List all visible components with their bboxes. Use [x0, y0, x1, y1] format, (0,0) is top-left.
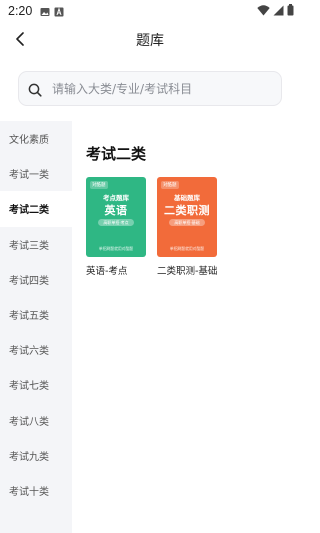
sidebar-item-exam-8[interactable]: 考试八类	[0, 403, 72, 438]
cover-title: 英语	[104, 204, 128, 217]
cover-tag: 高职单招·考点	[98, 219, 134, 226]
book-card-english[interactable]: 对酷题 考点题库 英语 高职单招·考点 单招刷题就用对酷题 英语-考点	[86, 177, 146, 277]
status-time: 2:20	[8, 4, 33, 18]
sidebar-item-exam-9[interactable]: 考试九类	[0, 438, 72, 473]
wifi-icon	[257, 4, 270, 19]
sidebar-item-exam-1[interactable]: 考试一类	[0, 156, 72, 191]
cover-subtitle: 基础题库	[174, 194, 200, 202]
sidebar-item-exam-2[interactable]: 考试二类	[0, 191, 72, 227]
a-icon	[54, 6, 64, 17]
sidebar-item-exam-6[interactable]: 考试六类	[0, 332, 72, 367]
section-title: 考试二类	[86, 145, 147, 163]
search-input[interactable]	[52, 81, 262, 96]
search-box[interactable]	[18, 71, 282, 106]
main-content: 考试二类 对酷题 考点题库 英语 高职单招·考点 单招刷题就用对酷题 英语-考点…	[72, 121, 300, 533]
cover-tag: 高职单招·基础	[169, 219, 205, 226]
cover-subtitle: 考点题库	[103, 194, 129, 202]
cover-title: 二类职测	[164, 204, 210, 217]
search-icon	[28, 82, 42, 97]
status-right-group	[257, 4, 294, 19]
sidebar-item-exam-7[interactable]: 考试七类	[0, 367, 72, 402]
cover-logo: 对酷题	[161, 181, 179, 189]
status-bar: 2:20	[0, 0, 300, 22]
book-card-vocational-test[interactable]: 对酷题 基础题库 二类职测 高职单招·基础 单招刷题就用对酷题 二类职测-基础	[157, 177, 217, 277]
cover-footer: 单招刷题就用对酷题	[169, 246, 205, 251]
sidebar-item-exam-10[interactable]: 考试十类	[0, 473, 72, 508]
signal-icon	[273, 5, 284, 19]
book-cover[interactable]: 对酷题 基础题库 二类职测 高职单招·基础 单招刷题就用对酷题	[157, 177, 217, 257]
sidebar-item-exam-5[interactable]: 考试五类	[0, 297, 72, 332]
sidebar-item-exam-4[interactable]: 考试四类	[0, 262, 72, 297]
sidebar-item-exam-3[interactable]: 考试三类	[0, 227, 72, 262]
cover-logo: 对酷题	[90, 181, 108, 189]
battery-icon	[287, 4, 294, 19]
page-title: 题库	[136, 33, 164, 49]
cover-footer: 单招刷题就用对酷题	[98, 246, 134, 251]
photo-icon	[40, 6, 50, 16]
app-header: 题库	[0, 22, 300, 58]
category-sidebar: 文化素质 考试一类 考试二类 考试三类 考试四类 考试五类 考试六类 考试七类 …	[0, 121, 72, 533]
book-cover[interactable]: 对酷题 考点题库 英语 高职单招·考点 单招刷题就用对酷题	[86, 177, 146, 257]
sidebar-item-culture[interactable]: 文化素质	[0, 121, 72, 156]
book-label[interactable]: 英语-考点	[86, 263, 146, 277]
book-label[interactable]: 二类职测-基础	[157, 263, 217, 277]
